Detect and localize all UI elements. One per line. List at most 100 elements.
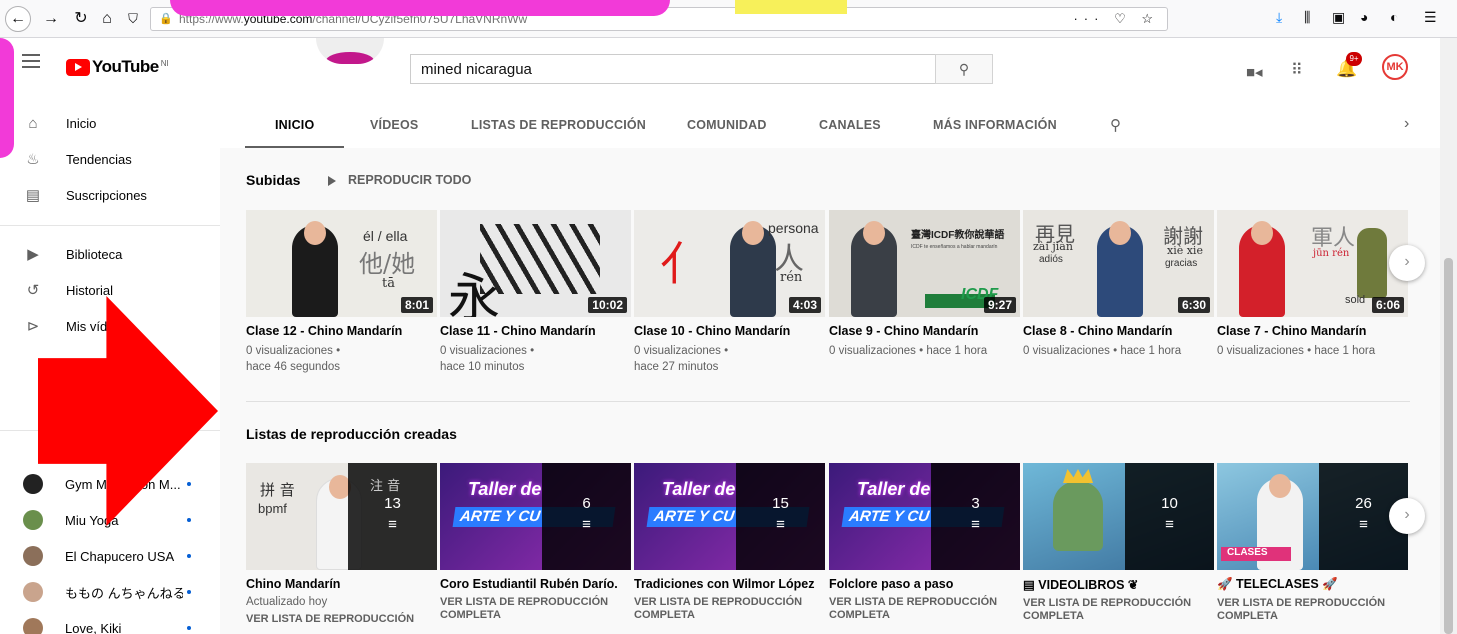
video-card[interactable]: 軍人 jūn rén sold 6:06 Clase 7 - Chino Man… bbox=[1217, 210, 1408, 359]
playlist-title[interactable]: Chino Mandarín bbox=[246, 577, 437, 591]
playlist-thumbnail[interactable]: Taller de ARTE Y CU 15 ≡ bbox=[634, 463, 825, 570]
play-all-label: REPRODUCIR TODO bbox=[348, 173, 472, 187]
thumb-caption: 永 bbox=[448, 269, 501, 317]
view-full-playlist-link[interactable]: VER LISTA DE REPRODUCCIÓN COMPLETA bbox=[440, 596, 631, 622]
subscription-item[interactable]: El Chapucero USA bbox=[0, 538, 220, 574]
playlist-card[interactable]: 10 ≡ ▤ VIDEOLIBROS ❦ VER LISTA DE REPROD… bbox=[1023, 463, 1214, 623]
playlist-title[interactable]: 🚀 TELECLASES 🚀 bbox=[1217, 577, 1408, 592]
playlist-card[interactable]: CLASES 26 ≡ 🚀 TELECLASES 🚀 VER LISTA DE … bbox=[1217, 463, 1408, 623]
library-browser-icon[interactable]: ⫼ bbox=[1304, 9, 1310, 26]
play-all-button[interactable]: REPRODUCIR TODO bbox=[328, 173, 471, 187]
video-card[interactable]: él / ella 他/她 tā 8:01 Clase 12 - Chino M… bbox=[246, 210, 437, 375]
playlist-title[interactable]: Tradiciones con Wilmor López bbox=[634, 577, 825, 591]
sidebar-item-suscripciones[interactable]: ▤ Suscripciones bbox=[0, 177, 220, 213]
scrollbar-thumb[interactable] bbox=[1444, 258, 1453, 634]
video-title[interactable]: Clase 12 - Chino Mandarín bbox=[246, 324, 437, 338]
thumb-caption: 臺灣ICDF教你說華語 bbox=[911, 230, 1005, 241]
extension-icon[interactable]: ◕ bbox=[1360, 9, 1368, 25]
playlist-thumbnail[interactable]: 10 ≡ bbox=[1023, 463, 1214, 570]
reload-icon[interactable]: ↻ bbox=[70, 8, 92, 30]
video-thumbnail[interactable]: él / ella 他/她 tā 8:01 bbox=[246, 210, 437, 317]
view-full-playlist-link[interactable]: VER LISTA DE REPRODUCCIÓN COMPLETA bbox=[1217, 597, 1408, 623]
video-thumbnail[interactable]: 再見 zài jiàn adiós 謝謝 xiè xie gracias 6:3… bbox=[1023, 210, 1214, 317]
video-meta: 0 visualizaciones • hace 46 segundos bbox=[246, 343, 437, 375]
playlists-shelf-title[interactable]: Listas de reproducción creadas bbox=[246, 426, 457, 442]
video-card[interactable]: 永 10:02 Clase 11 - Chino Mandarín 0 visu… bbox=[440, 210, 631, 375]
playlist-thumbnail[interactable]: Taller de ARTE Y CU 6 ≡ bbox=[440, 463, 631, 570]
sidebar-item-biblioteca[interactable]: ▶ Biblioteca bbox=[0, 236, 220, 272]
playlist-card[interactable]: Taller de ARTE Y CU 3 ≡ Folclore paso a … bbox=[829, 463, 1020, 622]
playlist-icon: ≡ bbox=[1165, 516, 1174, 533]
search-input[interactable] bbox=[410, 54, 935, 84]
link-line: VER LISTA DE REPRODUCCIÓN bbox=[440, 596, 609, 608]
tabs-next-chevron-icon[interactable]: › bbox=[1404, 115, 1409, 133]
subscription-item[interactable]: Love, Kiki bbox=[0, 610, 220, 634]
account-icon[interactable]: ◐ bbox=[1390, 9, 1398, 25]
hamburger-menu-icon[interactable] bbox=[22, 54, 40, 68]
sidebar-item-tendencias[interactable]: ♨ Tendencias bbox=[0, 141, 220, 177]
subscription-item[interactable]: ももの んちゃんねる bbox=[0, 574, 220, 610]
video-card[interactable]: 亻 persona 人 rén 4:03 Clase 10 - Chino Ma… bbox=[634, 210, 825, 375]
thumb-caption: tā bbox=[382, 276, 395, 291]
user-avatar[interactable]: MK bbox=[1382, 54, 1408, 80]
video-thumbnail[interactable]: 永 10:02 bbox=[440, 210, 631, 317]
home-browser-icon[interactable]: ⌂ bbox=[96, 8, 118, 30]
playlist-count-overlay: 6 ≡ bbox=[542, 463, 631, 570]
video-title[interactable]: Clase 7 - Chino Mandarín bbox=[1217, 324, 1408, 338]
download-icon[interactable]: ⤓ bbox=[1276, 9, 1282, 26]
playlist-thumbnail[interactable]: CLASES 26 ≡ bbox=[1217, 463, 1408, 570]
playlist-thumbnail[interactable]: 拼 音 bpmf 注 音 13 ≡ bbox=[246, 463, 437, 570]
shield-icon[interactable]: ⛉ bbox=[122, 8, 144, 30]
link-line: VER LISTA DE REPRODUCCIÓN bbox=[1023, 597, 1192, 609]
playlist-count: 6 bbox=[582, 495, 591, 512]
playlist-title[interactable]: Folclore paso a paso bbox=[829, 577, 1020, 591]
subscription-name: Love, Kiki bbox=[65, 620, 122, 634]
view-full-playlist-link[interactable]: VER LISTA DE REPRODUCCIÓN COMPLETA bbox=[829, 596, 1020, 622]
tab-playlists[interactable]: LISTAS DE REPRODUCCIÓN bbox=[471, 96, 646, 148]
uploads-shelf-title[interactable]: Subidas bbox=[246, 172, 300, 188]
tab-mas-informacion[interactable]: MÁS INFORMACIÓN bbox=[933, 96, 1057, 148]
playlist-card[interactable]: Taller de ARTE Y CU 15 ≡ Tradiciones con… bbox=[634, 463, 825, 622]
channel-search-icon[interactable]: ⚲ bbox=[1110, 116, 1121, 134]
thumb-caption: Taller de bbox=[468, 479, 542, 499]
playlist-card[interactable]: 拼 音 bpmf 注 音 13 ≡ Chino Mandarín Actuali… bbox=[246, 463, 437, 626]
playlist-card[interactable]: Taller de ARTE Y CU 6 ≡ Coro Estudiantil… bbox=[440, 463, 631, 622]
page-actions-icon[interactable]: ··· ♡ ☆ bbox=[1073, 8, 1159, 30]
video-card[interactable]: 臺灣ICDF教你說華語 ICDF te enseñamos a hablar m… bbox=[829, 210, 1020, 359]
playlist-title[interactable]: Coro Estudiantil Rubén Darío. bbox=[440, 577, 631, 591]
avatar bbox=[23, 582, 43, 602]
sidebar-item-inicio[interactable]: ⌂ Inicio bbox=[0, 105, 220, 141]
create-video-icon[interactable]: ■◂ bbox=[1246, 63, 1263, 81]
playlist-thumbnail[interactable]: Taller de ARTE Y CU 3 ≡ bbox=[829, 463, 1020, 570]
video-card[interactable]: 再見 zài jiàn adiós 謝謝 xiè xie gracias 6:3… bbox=[1023, 210, 1214, 359]
youtube-logo[interactable]: YouTube NI bbox=[66, 57, 169, 77]
apps-grid-icon[interactable]: ⠿ bbox=[1291, 60, 1303, 80]
sidebar-toggle-icon[interactable]: ▣ bbox=[1332, 9, 1345, 26]
tab-videos[interactable]: VÍDEOS bbox=[370, 96, 418, 148]
menu-icon[interactable]: ☰ bbox=[1424, 9, 1437, 26]
video-title[interactable]: Clase 8 - Chino Mandarín bbox=[1023, 324, 1214, 338]
search-button[interactable]: ⚲ bbox=[935, 54, 993, 84]
playlist-title[interactable]: ▤ VIDEOLIBROS ❦ bbox=[1023, 577, 1214, 592]
tab-canales[interactable]: CANALES bbox=[819, 96, 881, 148]
tab-inicio[interactable]: INICIO bbox=[244, 96, 346, 148]
video-title[interactable]: Clase 11 - Chino Mandarín bbox=[440, 324, 631, 338]
view-full-playlist-link[interactable]: VER LISTA DE REPRODUCCIÓN COMPLETA bbox=[634, 596, 825, 622]
view-full-playlist-link[interactable]: VER LISTA DE REPRODUCCIÓN bbox=[246, 613, 437, 626]
forward-arrow-icon[interactable]: → bbox=[40, 8, 62, 30]
thumb-caption: ICDF te enseñamos a hablar mandarín bbox=[911, 244, 998, 250]
playlists-next-button[interactable]: › bbox=[1389, 498, 1425, 534]
tab-comunidad[interactable]: COMUNIDAD bbox=[687, 96, 767, 148]
video-title[interactable]: Clase 9 - Chino Mandarín bbox=[829, 324, 1020, 338]
video-views: 0 visualizaciones • hace 1 hora bbox=[1023, 345, 1182, 357]
video-title[interactable]: Clase 10 - Chino Mandarín bbox=[634, 324, 825, 338]
video-thumbnail[interactable]: 軍人 jūn rén sold 6:06 bbox=[1217, 210, 1408, 317]
thumb-caption: jūn rén bbox=[1313, 248, 1350, 259]
video-thumbnail[interactable]: 臺灣ICDF教你說華語 ICDF te enseñamos a hablar m… bbox=[829, 210, 1020, 317]
video-thumbnail[interactable]: 亻 persona 人 rén 4:03 bbox=[634, 210, 825, 317]
view-full-playlist-link[interactable]: VER LISTA DE REPRODUCCIÓN COMPLETA bbox=[1023, 597, 1214, 623]
uploads-next-button[interactable]: › bbox=[1389, 245, 1425, 281]
page-scrollbar[interactable] bbox=[1440, 38, 1457, 634]
back-arrow-icon[interactable]: ← bbox=[5, 6, 31, 32]
thumb-caption: sold bbox=[1345, 294, 1366, 306]
